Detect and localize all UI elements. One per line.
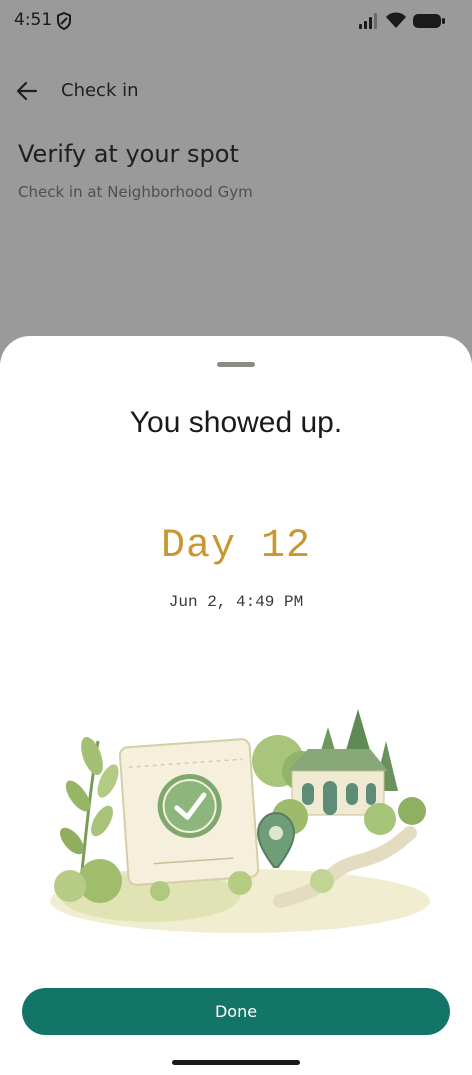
page-heading: Verify at your spot	[18, 140, 239, 168]
sheet-title: You showed up.	[129, 406, 343, 439]
signal-icon	[359, 13, 377, 29]
ticket-checkmark-illustration	[50, 709, 430, 933]
home-indicator	[172, 1060, 300, 1065]
shield-icon	[57, 12, 71, 30]
arrow-left-icon[interactable]	[14, 78, 40, 104]
header-title: Check in	[61, 80, 139, 101]
status-time: 4:51	[14, 10, 53, 30]
checkin-timestamp: Jun 2, 4:49 PM	[168, 593, 304, 611]
page-subheading: Check in at Neighborhood Gym	[18, 183, 253, 201]
status-bar: 4:51	[0, 0, 472, 44]
bottom-sheet: You showed up. Day 12 Jun 2, 4:49 PM Don…	[0, 336, 472, 1075]
day-counter: Day 12	[160, 524, 312, 569]
done-button[interactable]: Done	[22, 988, 450, 1035]
drag-handle[interactable]	[217, 362, 255, 367]
wifi-icon	[386, 12, 406, 28]
battery-icon	[413, 14, 445, 28]
